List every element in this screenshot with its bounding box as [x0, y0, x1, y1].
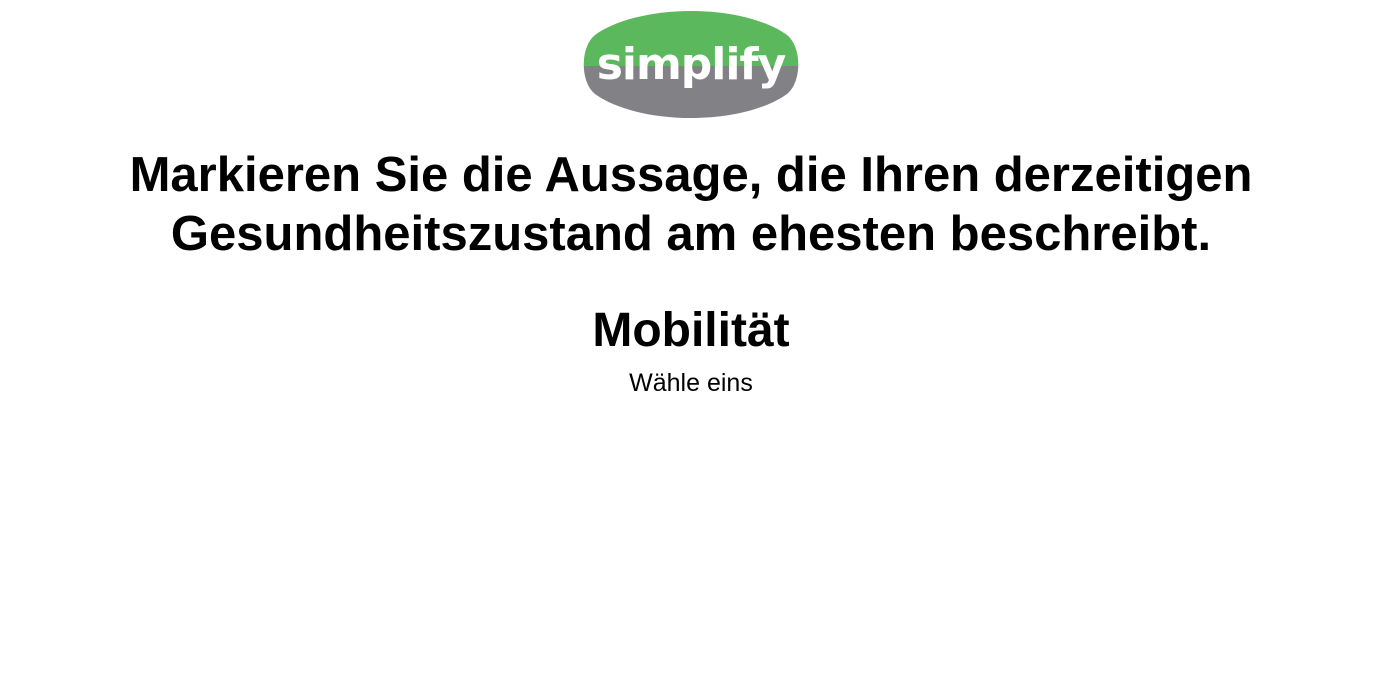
logo-text: simplify [597, 39, 786, 90]
section-title: Mobilität [592, 304, 790, 357]
question-line-2: Gesundheitszustand am ehesten beschreibt… [170, 207, 1212, 261]
choose-one-instruction: Wähle eins [629, 369, 753, 397]
question-heading: Markieren Sie die Aussage, die Ihren der… [0, 146, 1382, 264]
simplify-logo: simplify [582, 9, 800, 120]
question-line-1: Markieren Sie die Aussage, die Ihren der… [129, 148, 1253, 202]
